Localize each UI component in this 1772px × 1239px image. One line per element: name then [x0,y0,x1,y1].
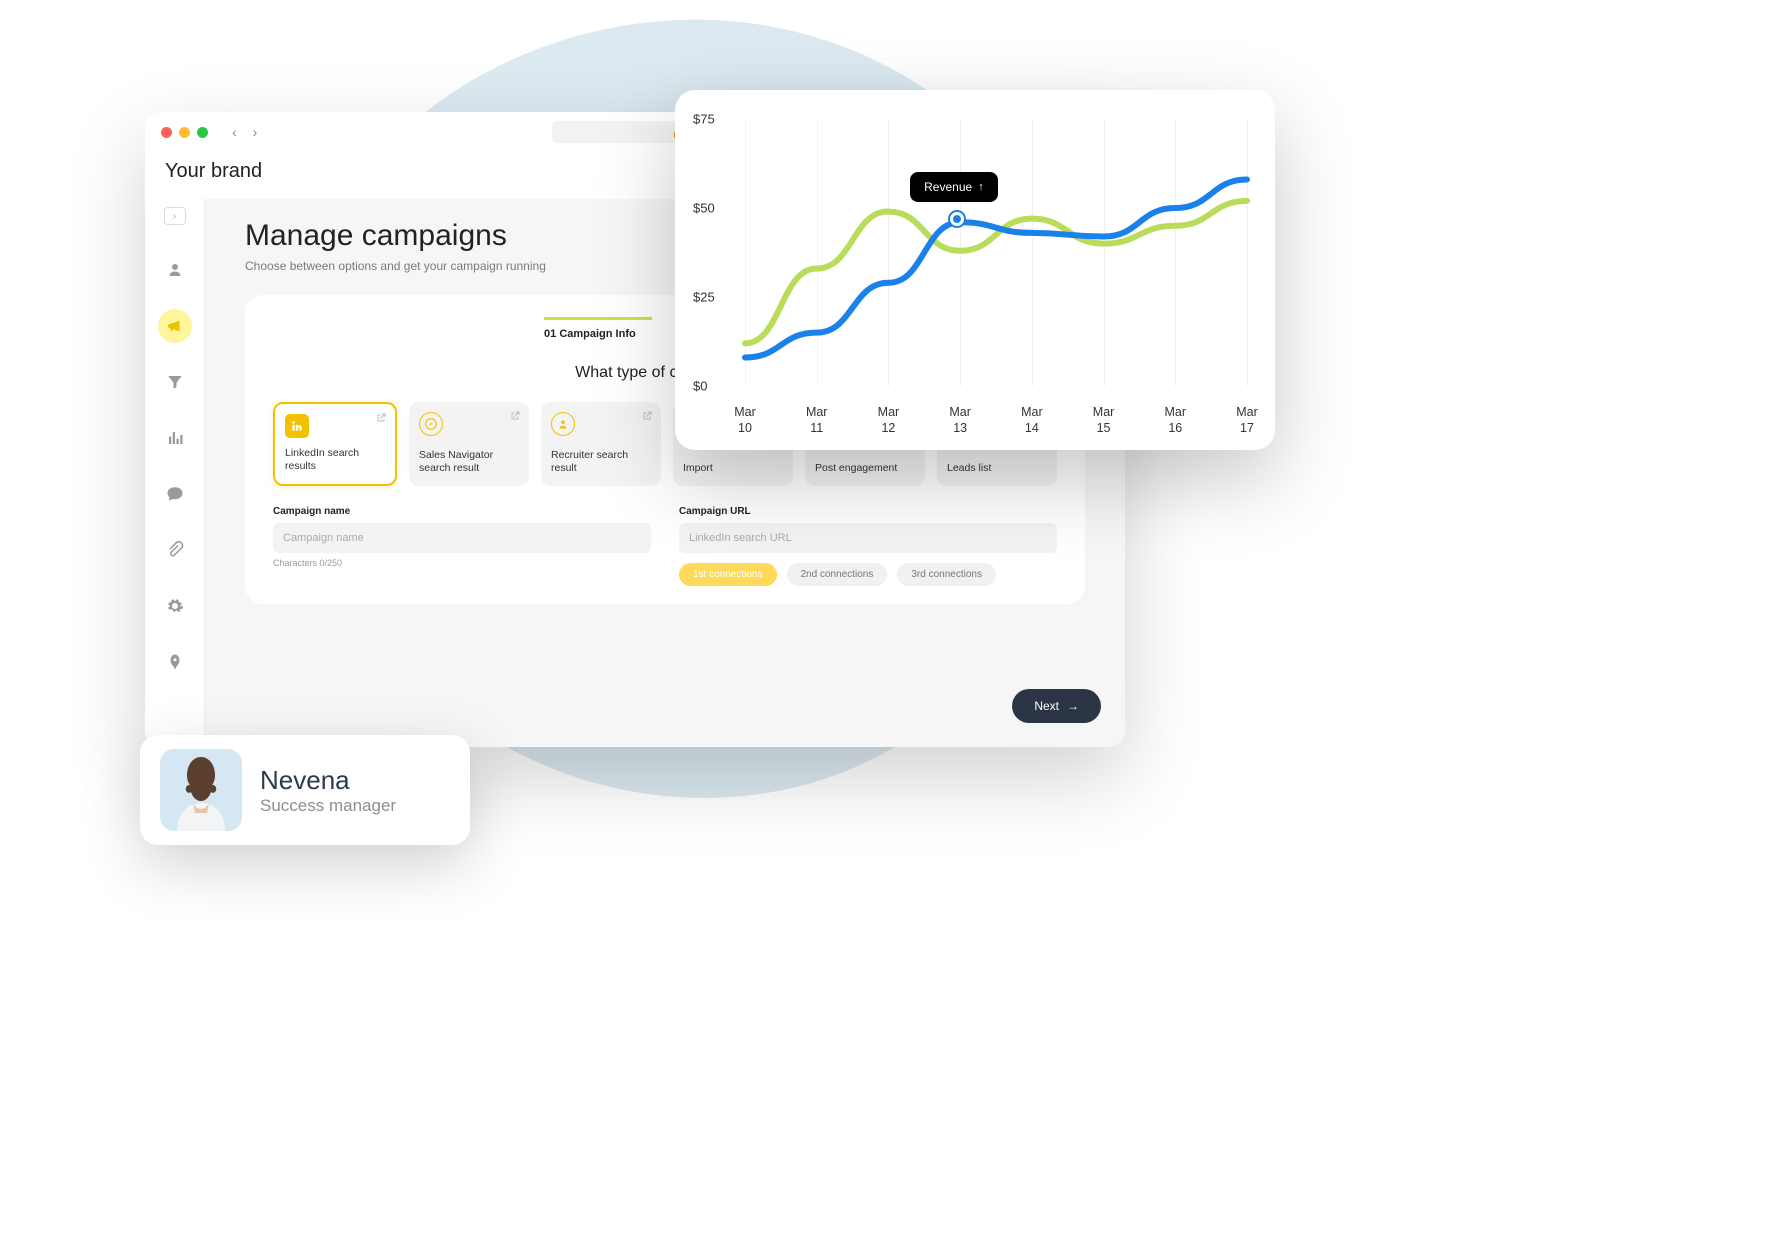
tile-label: LinkedIn search results [285,447,385,474]
tile-linkedin-search[interactable]: LinkedIn search results [273,402,397,486]
megaphone-icon [166,317,184,335]
avatar [160,749,242,831]
arrow-right-icon: → [1067,699,1079,713]
y-tick: $25 [693,290,715,305]
tile-label: Post engagement [815,462,915,476]
step-1[interactable]: 01 Campaign Info [544,317,652,340]
external-icon [641,410,653,422]
bars-icon [166,429,184,447]
tile-recruiter[interactable]: Recruiter search result [541,402,661,486]
x-tick: Mar11 [806,404,828,437]
linkedin-icon [285,414,309,438]
person-card: Nevena Success manager [140,735,470,845]
revenue-chart-card: $0 $25 $50 $75 Mar10 Mar11 Mar12 Mar13 Mar14 Mar1… [675,90,1275,450]
x-tick: Mar14 [1021,404,1043,437]
pill-3rd-connections[interactable]: 3rd connections [897,563,996,586]
recruiter-icon [551,412,575,436]
gear-icon [166,597,184,615]
sidebar-item-campaigns[interactable] [158,309,192,343]
nav-arrows: ‹ › [226,122,263,142]
campaign-url-input[interactable] [679,523,1057,553]
tile-label: Leads list [947,462,1047,476]
chat-icon [166,485,184,503]
x-tick: Mar15 [1093,404,1115,437]
grid-line [1247,119,1248,386]
rocket-icon [166,653,184,671]
pill-2nd-connections[interactable]: 2nd connections [787,563,888,586]
next-button[interactable]: Next → [1012,689,1101,723]
y-tick: $0 [693,379,707,394]
sidebar-item-filter[interactable] [158,365,192,399]
minimize-icon[interactable] [179,127,190,138]
chart-tooltip: Revenue↑ [910,172,998,202]
next-label: Next [1034,699,1059,713]
campaign-name-label: Campaign name [273,506,651,517]
tile-label: Recruiter search result [551,449,651,476]
x-tick: Mar13 [949,404,971,437]
character-count: Characters 0/250 [273,558,651,568]
y-tick: $75 [693,112,715,127]
sidebar-item-boost[interactable] [158,645,192,679]
x-tick: Mar12 [878,404,900,437]
sidebar-collapse[interactable]: › [164,207,186,225]
maximize-icon[interactable] [197,127,208,138]
sidebar-item-profile[interactable] [158,253,192,287]
tile-sales-navigator[interactable]: Sales Navigator search result [409,402,529,486]
external-icon [375,412,387,424]
campaign-url-label: Campaign URL [679,506,1057,517]
external-icon [509,410,521,422]
person-role: Success manager [260,796,396,816]
x-tick: Mar16 [1165,404,1187,437]
sidebar: › [145,199,205,747]
sidebar-item-chat[interactable] [158,477,192,511]
x-tick: Mar17 [1236,404,1258,437]
sidebar-item-analytics[interactable] [158,421,192,455]
close-icon[interactable] [161,127,172,138]
person-name: Nevena [260,765,396,796]
tile-label: Sales Navigator search result [419,449,519,476]
chart-area: $0 $25 $50 $75 Mar10 Mar11 Mar12 Mar13 Mar14 Mar1… [693,114,1247,436]
funnel-icon [166,373,184,391]
tile-label: Import [683,462,783,476]
x-tick: Mar10 [734,404,756,437]
connection-pills: 1st connections 2nd connections 3rd conn… [679,563,1057,586]
forward-button[interactable]: › [247,122,264,142]
sidebar-item-attachments[interactable] [158,533,192,567]
chart-line-green [745,201,1247,343]
y-tick: $50 [693,201,715,216]
window-controls [161,127,208,138]
back-button[interactable]: ‹ [226,122,243,142]
person-icon [166,261,184,279]
compass-icon [419,412,443,436]
pill-1st-connections[interactable]: 1st connections [679,563,777,586]
form-row: Campaign name Characters 0/250 Campaign … [273,506,1057,586]
sidebar-item-settings[interactable] [158,589,192,623]
paperclip-icon [166,541,184,559]
campaign-name-input[interactable] [273,523,651,553]
